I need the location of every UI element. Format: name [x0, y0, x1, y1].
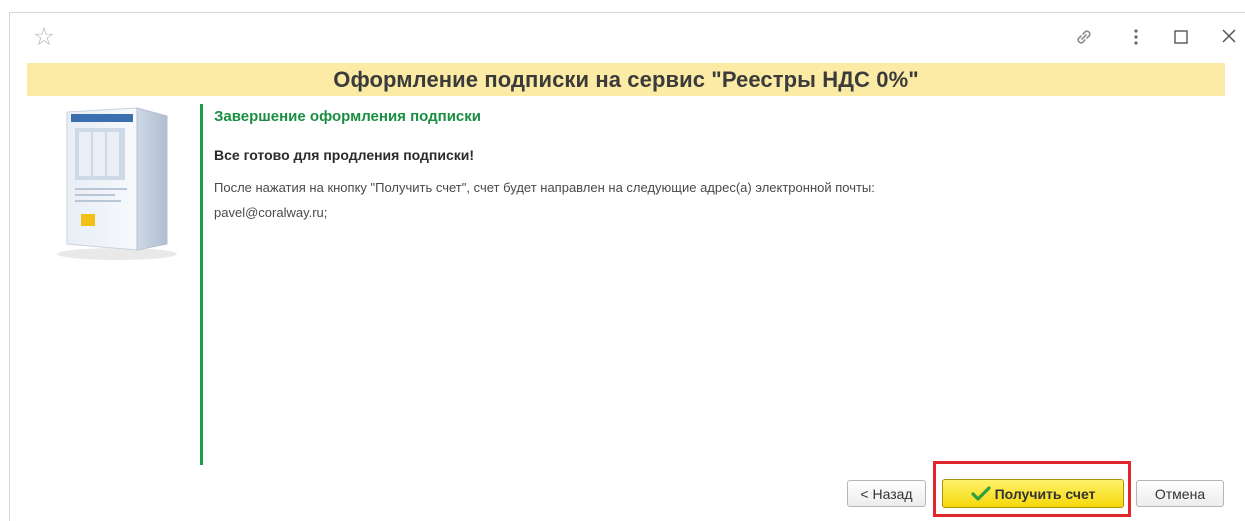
checkmark-icon: [970, 485, 991, 502]
content-area: Завершение оформления подписки Все готов…: [214, 106, 1214, 223]
get-invoice-label: Получить счет: [994, 485, 1096, 502]
product-box-image: [27, 104, 192, 264]
info-message: После нажатия на кнопку "Получить счет",…: [214, 180, 875, 195]
more-vertical-icon[interactable]: [1128, 24, 1144, 50]
star-icon[interactable]: ☆: [30, 23, 58, 51]
get-invoice-button[interactable]: Получить счет: [942, 479, 1124, 508]
dialog-title: Оформление подписки на сервис "Реестры Н…: [27, 63, 1225, 96]
content-accent-line: [200, 104, 203, 465]
close-icon[interactable]: [1216, 23, 1242, 49]
step-title: Завершение оформления подписки: [214, 108, 481, 125]
maximize-icon[interactable]: [1170, 26, 1192, 48]
email-address: pavel@coralway.ru;: [214, 205, 328, 220]
back-button[interactable]: < Назад: [847, 480, 926, 507]
ready-message: Все готово для продления подписки!: [214, 147, 475, 163]
link-icon[interactable]: [1071, 25, 1097, 49]
cancel-button[interactable]: Отмена: [1136, 480, 1224, 507]
